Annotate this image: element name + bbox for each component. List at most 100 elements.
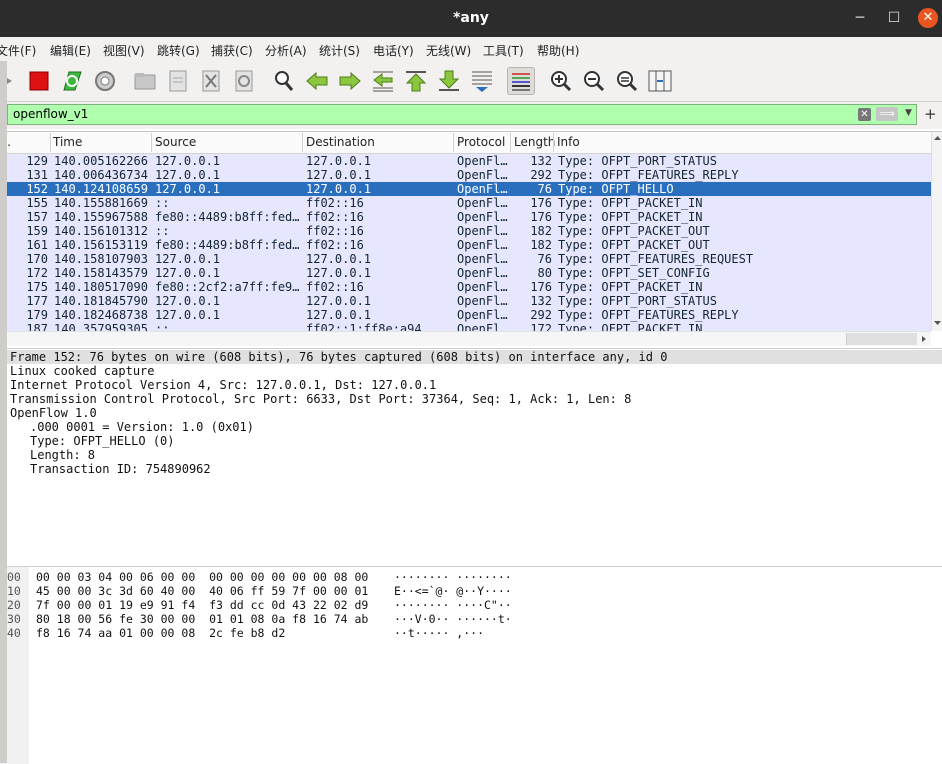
menu-go[interactable]: 跳转(G) — [157, 42, 200, 59]
apply-filter-icon[interactable]: ⟹ — [876, 107, 898, 121]
detail-frame[interactable]: Frame 152: 76 bytes on wire (608 bits), … — [7, 350, 942, 364]
packet-list-vertical-scrollbar[interactable] — [931, 132, 942, 331]
menu-capture[interactable]: 捕获(C) — [211, 42, 253, 59]
column-destination[interactable]: Destination — [306, 135, 375, 149]
packet-row[interactable]: 175 140.180517090 fe80::2cf2:a7ff:fe9… ff02… — [0, 280, 931, 294]
column-time[interactable]: Time — [53, 135, 82, 149]
capture-options-icon[interactable] — [91, 67, 119, 95]
go-to-packet-icon[interactable] — [369, 67, 397, 95]
bytes-ascii[interactable]: ···V·0·· ······t· — [394, 612, 512, 626]
bytes-hex[interactable]: 7f 00 00 01 19 e9 91 f4 f3 dd cc 0d 43 2… — [36, 598, 368, 612]
maximize-button[interactable]: ☐ — [884, 8, 904, 28]
display-filter-bar: openflow_v1 ✕ ⟹ ▼ + — [0, 102, 942, 129]
zoom-out-icon[interactable] — [580, 67, 608, 95]
minimize-button[interactable]: ─ — [850, 8, 870, 28]
packet-row[interactable]: 172 140.158143579 127.0.0.1 127.0.0.1 OpenFl… — [0, 266, 931, 280]
packet-row[interactable]: 159 140.156101312:: ff02::16 OpenFl… 182 Type… — [0, 224, 931, 238]
menu-file[interactable]: 文件(F) — [0, 42, 36, 59]
cell-no: 159 — [26, 224, 48, 238]
bytes-hex[interactable]: 00 00 03 04 00 06 00 00 00 00 00 00 00 0… — [36, 570, 368, 584]
cell-no: 157 — [26, 210, 48, 224]
close-file-icon[interactable] — [197, 67, 225, 95]
detail-linux-cooked[interactable]: Linux cooked capture — [10, 364, 155, 378]
column-length[interactable]: Length — [514, 135, 555, 149]
bytes-ascii[interactable]: E··<=`@· @··Y···· — [394, 584, 512, 598]
zoom-normal-icon[interactable] — [613, 67, 641, 95]
menu-statistics[interactable]: 统计(S) — [319, 42, 360, 59]
bytes-hex[interactable]: f8 16 74 aa 01 00 00 08 2c fe b8 d2 — [36, 626, 285, 640]
cell-time: 140.156101312 — [54, 224, 148, 238]
bytes-ascii[interactable]: ········ ········ — [394, 570, 512, 584]
packet-row[interactable]: 179 140.182468738 127.0.0.1 127.0.0.1 OpenFl… — [0, 308, 931, 322]
cell-source: 127.0.0.1 — [155, 182, 221, 196]
cell-no: 152 — [26, 182, 48, 196]
cell-destination: ff02::16 — [306, 210, 364, 224]
packet-row[interactable]: 177 140.181845790 127.0.0.1 127.0.0.1 OpenFl… — [0, 294, 931, 308]
cell-source: 127.0.0.1 — [155, 294, 221, 308]
detail-tcp[interactable]: Transmission Control Protocol, Src Port:… — [10, 392, 631, 406]
cell-time: 140.181845790 — [54, 294, 148, 308]
reload-file-icon[interactable] — [230, 67, 258, 95]
column-source[interactable]: Source — [155, 135, 196, 149]
menu-wireless[interactable]: 无线(W) — [426, 42, 471, 59]
filter-history-dropdown-icon[interactable]: ▼ — [905, 108, 912, 118]
cell-length: 182 — [530, 224, 552, 238]
menu-tools[interactable]: 工具(T) — [483, 42, 524, 59]
clear-filter-icon[interactable]: ✕ — [858, 108, 871, 121]
cell-time: 140.005162266 — [54, 154, 148, 168]
zoom-in-icon[interactable] — [547, 67, 575, 95]
cell-length: 132 — [530, 294, 552, 308]
bytes-ascii[interactable]: ········ ····C"·· — [394, 598, 512, 612]
display-filter-input[interactable]: openflow_v1 — [7, 104, 917, 125]
autoscroll-icon[interactable] — [468, 67, 496, 95]
save-file-icon[interactable] — [164, 67, 192, 95]
packet-row[interactable]: 129 140.005162266 127.0.0.1 127.0.0.1 OpenFl… — [0, 154, 931, 168]
packet-row[interactable]: 157 140.155967588 fe80::4489:b8ff:fed… ff02… — [0, 210, 931, 224]
menu-help[interactable]: 帮助(H) — [537, 42, 579, 59]
cell-info: Type: OFPT_PORT_STATUS — [558, 154, 717, 168]
packet-row[interactable]: 161 140.156153119 fe80::4489:b8ff:fed… ff02… — [0, 238, 931, 252]
colorize-icon[interactable] — [507, 67, 535, 95]
find-packet-icon[interactable] — [270, 67, 298, 95]
bytes-offset: 00 — [7, 570, 21, 584]
detail-of-type[interactable]: Type: OFPT_HELLO (0) — [30, 434, 175, 448]
detail-of-version[interactable]: .000 0001 = Version: 1.0 (0x01) — [30, 420, 254, 434]
menu-view[interactable]: 视图(V) — [103, 42, 145, 59]
cell-destination: 127.0.0.1 — [306, 154, 372, 168]
packet-row[interactable]: 170 140.158107903 127.0.0.1 127.0.0.1 OpenFl… — [0, 252, 931, 266]
cell-time: 140.156153119 — [54, 238, 148, 252]
detail-of-length[interactable]: Length: 8 — [30, 448, 95, 462]
cell-time: 140.124108659 — [54, 182, 148, 196]
column-info[interactable]: Info — [557, 135, 580, 149]
menu-edit[interactable]: 编辑(E) — [50, 42, 91, 59]
packet-row[interactable]: 152 140.124108659 127.0.0.1 127.0.0.1 OpenFl… — [0, 182, 931, 196]
detail-of-xid[interactable]: Transaction ID: 754890962 — [30, 462, 211, 476]
packet-row[interactable]: 131 140.006436734 127.0.0.1 127.0.0.1 OpenFl… — [0, 168, 931, 182]
cell-source: 127.0.0.1 — [155, 308, 221, 322]
cell-destination: 127.0.0.1 — [306, 266, 372, 280]
cell-source: fe80::2cf2:a7ff:fe9… — [155, 280, 300, 294]
resize-columns-icon[interactable] — [646, 67, 674, 95]
menu-analyze[interactable]: 分析(A) — [265, 42, 307, 59]
detail-openflow[interactable]: OpenFlow 1.0 — [10, 406, 97, 420]
bytes-hex[interactable]: 45 00 00 3c 3d 60 40 00 40 06 ff 59 7f 0… — [36, 584, 368, 598]
cell-no: 131 — [26, 168, 48, 182]
go-first-icon[interactable] — [402, 67, 430, 95]
cell-source: fe80::4489:b8ff:fed… — [155, 210, 300, 224]
bytes-hex[interactable]: 80 18 00 56 fe 30 00 00 01 01 08 0a f8 1… — [36, 612, 368, 626]
packet-row[interactable]: 155 140.155881669:: ff02::16 OpenFl… 176 Type… — [0, 196, 931, 210]
cell-length: 80 — [537, 266, 552, 280]
go-last-icon[interactable] — [435, 67, 463, 95]
menu-telephony[interactable]: 电话(Y) — [373, 42, 414, 59]
add-filter-button-icon[interactable]: + — [924, 105, 937, 123]
close-button[interactable]: ✕ — [918, 8, 938, 28]
column-protocol[interactable]: Protocol — [457, 135, 505, 149]
stop-capture-icon[interactable] — [25, 67, 53, 95]
bytes-ascii[interactable]: ··t····· ,··· — [394, 626, 484, 640]
detail-ipv4[interactable]: Internet Protocol Version 4, Src: 127.0.… — [10, 378, 436, 392]
go-back-icon[interactable] — [303, 67, 331, 95]
packet-list-horizontal-scrollbar[interactable] — [0, 331, 931, 346]
open-file-icon[interactable] — [131, 67, 159, 95]
restart-capture-icon[interactable] — [58, 67, 86, 95]
go-forward-icon[interactable] — [336, 67, 364, 95]
